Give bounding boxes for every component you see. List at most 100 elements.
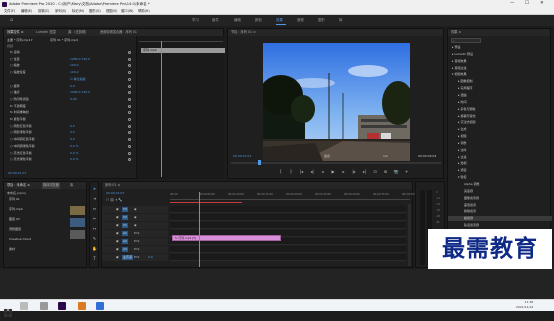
effect-property-value[interactable]: 0.0 <box>70 124 75 129</box>
effects-tree-item[interactable]: ▸ 调整 <box>448 141 552 146</box>
project-thumbnail[interactable] <box>70 206 85 215</box>
tab-libraries[interactable]: 库 <box>70 182 73 189</box>
track-lock-icon[interactable]: ▣ <box>116 214 119 221</box>
project-item[interactable]: 序列 01 <box>4 197 66 202</box>
track-label[interactable]: V2 <box>122 215 128 220</box>
maximize-button[interactable]: ☐ <box>525 0 529 8</box>
track-label[interactable]: V1 <box>122 223 128 228</box>
keyframe-toggle-icon[interactable] <box>128 71 131 75</box>
effect-property-value[interactable]: 100.0 <box>70 70 79 75</box>
menu-edit[interactable]: 编辑(E) <box>21 8 32 15</box>
linked-selection-icon[interactable]: ⛓ <box>110 198 114 202</box>
effects-tree-item[interactable]: Alpha 调整 <box>448 182 552 187</box>
wrench-icon[interactable]: 🔧 <box>118 198 122 202</box>
add-button-icon[interactable]: + <box>404 169 409 174</box>
effects-tree-item[interactable]: ▸ 时间 <box>448 100 552 105</box>
keyframe-toggle-icon[interactable] <box>128 57 131 61</box>
tab-effect-controls[interactable]: 效果控件 ≡ <box>7 29 23 36</box>
effects-tree-item[interactable]: ▸ 过渡 <box>448 155 552 160</box>
menu-view[interactable]: 视图(V) <box>106 8 117 15</box>
windows-start-icon[interactable] <box>4 302 12 317</box>
effect-property-value[interactable]: 0.0 % <box>70 151 79 156</box>
track-header[interactable]: ▣ V2 ◉ <box>102 214 168 221</box>
track-lock-icon[interactable]: ▣ <box>116 206 119 213</box>
effects-tree-item[interactable]: 图像遮罩键 <box>448 196 552 201</box>
workspace-editing[interactable]: 编辑 <box>234 15 241 26</box>
effect-property-value[interactable]: 1280.0 720.0 <box>70 90 90 95</box>
effect-property-row[interactable]: ○ 位置 1280.0 720.0 <box>4 57 134 62</box>
workspace-graphics[interactable]: 图形 <box>318 15 325 26</box>
effects-tree-item[interactable]: ▸ 音频过渡 <box>448 66 552 71</box>
step-forward-icon[interactable]: ▸ <box>341 169 346 174</box>
effect-property-value[interactable]: 100.0 <box>70 63 79 68</box>
go-to-out-icon[interactable]: ◂| <box>310 169 315 174</box>
effects-tree-item[interactable]: 移除遮罩 <box>448 209 552 214</box>
effects-tree-item[interactable]: ▸ 扭曲 <box>448 93 552 98</box>
workspace-learn[interactable]: 学习 <box>192 15 199 26</box>
workspace-audio[interactable]: 音频 <box>297 15 304 26</box>
go-to-in-icon[interactable]: |◂ <box>299 169 304 174</box>
track-lane[interactable] <box>170 222 406 229</box>
track-visibility-icon[interactable]: ◉ <box>134 206 137 213</box>
timeline-clip[interactable]: fx 序列.mp4 [V] <box>172 235 281 241</box>
search-icon[interactable] <box>20 302 28 310</box>
effects-tree-item[interactable]: ▸ 音频效果 <box>448 59 552 64</box>
keyframe-toggle-icon[interactable] <box>128 64 131 68</box>
track-mute-solo-icon[interactable]: M S <box>134 238 139 245</box>
play-icon[interactable]: ▶ <box>331 169 336 174</box>
timeline-ruler[interactable]: 00:00 00:00:05:00 00:00:10:00 00:00:15:00 00… <box>170 192 418 200</box>
track-header[interactable]: ▣ A2 M S <box>102 238 168 245</box>
effects-tree-item[interactable]: ▸ 通道 <box>448 168 552 173</box>
track-visibility-icon[interactable]: ◉ <box>134 214 137 221</box>
track-label[interactable]: A2 <box>122 239 128 244</box>
lift-icon[interactable]: ⊡ <box>373 169 378 174</box>
track-header[interactable]: ▣ A1 M S <box>102 230 168 237</box>
effects-tree-item[interactable]: ▸ 图像控制 <box>448 79 552 84</box>
effects-tree-item[interactable]: ▸ 模糊与锐化 <box>448 114 552 119</box>
keyframe-toggle-icon[interactable] <box>128 144 131 148</box>
keyframe-toggle-icon[interactable] <box>128 77 131 81</box>
home-icon[interactable]: ⌂ <box>10 15 13 26</box>
effects-tree-item[interactable]: ▸ 过时 <box>448 148 552 153</box>
tab-source[interactable]: 源：(无剪辑) <box>68 29 86 36</box>
menu-file[interactable]: 文件(F) <box>4 8 15 15</box>
keyframe-toggle-icon[interactable] <box>128 118 131 121</box>
track-lane[interactable] <box>170 214 406 221</box>
export-frame-icon[interactable]: 📷 <box>394 169 399 174</box>
project-item[interactable]: 调整图层 <box>4 227 66 232</box>
workspace-libraries[interactable]: 库 <box>339 15 342 26</box>
tab-program[interactable]: 节目：序列 01 ≡ <box>231 30 256 34</box>
effect-property-row[interactable]: fx 运动 <box>4 50 134 55</box>
effect-property-row[interactable]: ○ 缩放 100.0 <box>4 63 134 68</box>
effect-property-value[interactable]: 0.0 <box>70 137 75 142</box>
effect-property-row[interactable]: ○ 阴影绿色平衡 0.0 <box>4 130 134 135</box>
razor-tool-icon[interactable]: ✂ <box>92 216 97 221</box>
effects-tree-item[interactable]: ▸ 透视 <box>448 161 552 166</box>
track-mute-solo-icon[interactable]: M S <box>134 254 139 261</box>
effects-search-input[interactable]: ⌕ <box>451 38 481 43</box>
master-volume-value[interactable]: 0.0 <box>148 254 153 261</box>
tab-effects[interactable]: 效果 ≡ <box>451 30 461 34</box>
track-lock-icon[interactable]: ▣ <box>116 222 119 229</box>
effect-controls-clip-bar[interactable]: 序列.mp4 <box>141 48 225 53</box>
premiere-taskbar-icon[interactable] <box>58 302 66 310</box>
ripple-edit-tool-icon[interactable]: ⇔ <box>92 206 97 211</box>
track-lane[interactable] <box>170 254 406 261</box>
menu-sequence[interactable]: 序列(S) <box>55 8 66 15</box>
effect-property-value[interactable]: 0.0 % <box>70 157 79 162</box>
effect-property-row[interactable]: ○ 锚点 1280.0 720.0 <box>4 90 134 95</box>
go-to-next-icon[interactable]: ▸| <box>362 169 367 174</box>
program-scrub-bar[interactable] <box>231 160 441 165</box>
clock[interactable]: 11:36 2021/11/12 <box>516 300 533 310</box>
track-lock-icon[interactable]: ▣ <box>116 230 119 237</box>
effects-tree-item[interactable]: ▾ 视频效果 <box>448 72 552 77</box>
project-item[interactable]: 序列.mp4 <box>4 207 66 212</box>
master-clip-select[interactable]: 主要 * 序列.mp4 ▾ <box>7 38 33 43</box>
effects-tree-item[interactable]: 亮度键 <box>448 189 552 194</box>
effect-property-row[interactable]: ○ 防闪烁滤镜 0.00 <box>4 97 134 102</box>
effects-tree-item[interactable]: 差值遮罩 <box>448 203 552 208</box>
hand-tool-icon[interactable]: ✋ <box>92 246 97 251</box>
track-header[interactable]: ▣ V3 ◉ <box>102 206 168 213</box>
timeline-timecode[interactable]: 00:00:01:07 <box>106 191 124 195</box>
track-header[interactable]: ▣ V1 ◉ <box>102 222 168 229</box>
